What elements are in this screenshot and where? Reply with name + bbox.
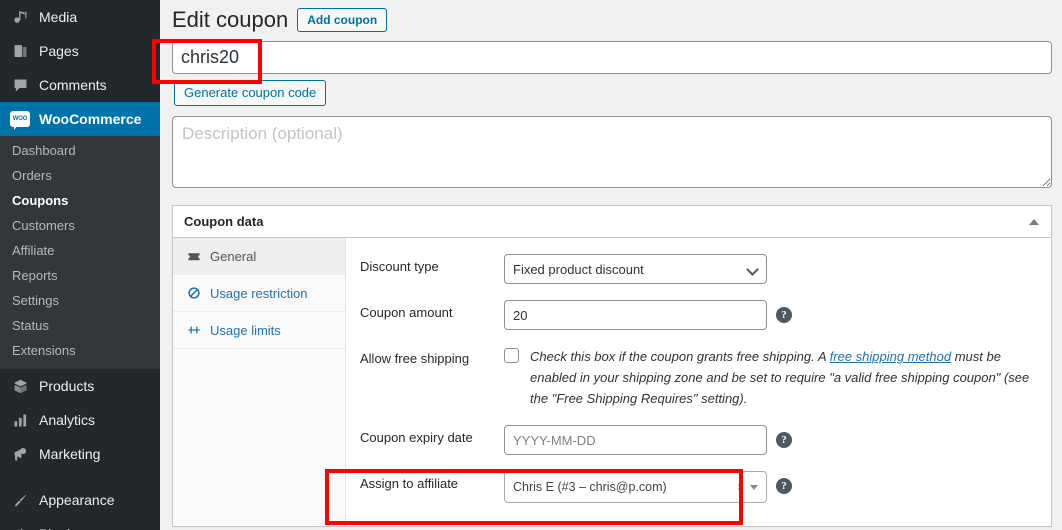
pages-icon xyxy=(10,41,30,61)
sidebar-item-appearance[interactable]: Appearance xyxy=(0,483,160,517)
marketing-icon xyxy=(10,444,30,464)
sidebar-subitem-coupons[interactable]: Coupons xyxy=(0,188,160,213)
coupon-data-metabox: Coupon data General Usage restriction Us… xyxy=(172,205,1052,528)
discount-type-select-wrap: Fixed product discount xyxy=(504,254,767,285)
field-allow-free-shipping: Allow free shipping Check this box if th… xyxy=(346,346,1051,409)
sidebar-item-pages[interactable]: Pages xyxy=(0,34,160,68)
sidebar-item-plugins[interactable]: Plugins xyxy=(0,517,160,530)
sidebar-item-products[interactable]: Products xyxy=(0,369,160,403)
limits-icon xyxy=(186,323,202,337)
discount-type-select[interactable]: Fixed product discount xyxy=(504,254,767,285)
coupon-amount-label: Coupon amount xyxy=(360,305,453,321)
sidebar-item-marketing[interactable]: Marketing xyxy=(0,437,160,471)
field-assign-to-affiliate: Assign to affiliate Chris E (#3 – chris@… xyxy=(346,471,1051,504)
woocommerce-icon: WOO xyxy=(10,109,30,130)
discount-type-label: Discount type xyxy=(360,259,439,275)
generate-coupon-row: Generate coupon code xyxy=(174,80,1052,107)
tab-usage-limits[interactable]: Usage limits xyxy=(173,312,345,350)
assign-to-affiliate-value: Chris E (#3 – chris@p.com) xyxy=(513,480,667,495)
coupon-description-textarea[interactable] xyxy=(172,116,1052,189)
sidebar-item-label: Pages xyxy=(39,43,79,59)
allow-free-shipping-label: Allow free shipping xyxy=(360,351,470,367)
sidebar-item-comments[interactable]: Comments xyxy=(0,68,160,102)
ticket-icon xyxy=(186,249,202,263)
page-header: Edit coupon Add coupon xyxy=(172,7,1052,33)
sidebar-item-analytics[interactable]: Analytics xyxy=(0,403,160,437)
coupon-expiry-date-label: Coupon expiry date xyxy=(360,430,473,446)
sidebar-subitem-extensions[interactable]: Extensions xyxy=(0,338,160,363)
free-shipping-method-link[interactable]: free shipping method xyxy=(830,349,951,364)
sidebar-item-label: WooCommerce xyxy=(39,111,142,127)
sidebar-subitem-dashboard[interactable]: Dashboard xyxy=(0,138,160,163)
tab-label: General xyxy=(210,248,257,264)
help-icon[interactable]: ? xyxy=(776,432,792,449)
sidebar-item-label: Media xyxy=(39,9,78,25)
media-icon xyxy=(10,7,30,27)
field-coupon-expiry-date: Coupon expiry date ? xyxy=(346,425,1051,456)
sidebar-subitem-settings[interactable]: Settings xyxy=(0,288,160,313)
sidebar-item-label: Marketing xyxy=(39,446,101,462)
products-icon xyxy=(10,376,30,396)
tab-usage-restriction[interactable]: Usage restriction xyxy=(173,275,345,313)
coupon-data-header: Coupon data xyxy=(173,206,1051,239)
coupon-expiry-date-input[interactable] xyxy=(504,425,767,456)
field-coupon-amount: Coupon amount ? xyxy=(346,300,1051,331)
assign-to-affiliate-select[interactable]: Chris E (#3 – chris@p.com) × xyxy=(504,471,767,504)
clear-x-icon[interactable]: × xyxy=(731,480,750,494)
help-icon[interactable]: ? xyxy=(776,478,792,495)
collapse-triangle-icon[interactable] xyxy=(1029,218,1039,225)
sidebar-divider xyxy=(0,471,160,483)
analytics-icon xyxy=(10,410,30,430)
field-discount-type: Discount type Fixed product discount xyxy=(346,254,1051,285)
plugins-icon xyxy=(10,524,30,530)
sidebar-item-label: Appearance xyxy=(39,492,115,508)
main-content: Edit coupon Add coupon Generate coupon c… xyxy=(160,0,1062,530)
allow-free-shipping-description: Check this box if the coupon grants free… xyxy=(530,346,1048,409)
coupon-data-body: General Usage restriction Usage limits D… xyxy=(173,238,1051,527)
chevron-down-icon[interactable] xyxy=(750,484,758,490)
generate-coupon-code-button[interactable]: Generate coupon code xyxy=(174,80,327,107)
coupon-amount-input[interactable] xyxy=(504,300,767,331)
sidebar-subitem-reports[interactable]: Reports xyxy=(0,263,160,288)
help-icon[interactable]: ? xyxy=(776,307,792,324)
tab-label: Usage restriction xyxy=(210,285,308,301)
sidebar-item-label: Analytics xyxy=(39,412,96,428)
tab-label: Usage limits xyxy=(210,322,281,338)
block-icon xyxy=(186,286,202,300)
sidebar-item-media[interactable]: Media xyxy=(0,0,160,34)
tab-general[interactable]: General xyxy=(173,238,345,276)
sidebar-subitem-affiliate[interactable]: Affiliate xyxy=(0,238,160,263)
coupon-data-tabs: General Usage restriction Usage limits xyxy=(173,238,346,527)
add-coupon-button[interactable]: Add coupon xyxy=(297,8,388,33)
coupon-data-title: Coupon data xyxy=(184,214,264,230)
sidebar-subitem-customers[interactable]: Customers xyxy=(0,213,160,238)
comments-icon xyxy=(10,75,30,95)
general-panel: Discount type Fixed product discount Cou… xyxy=(346,238,1051,526)
woocommerce-submenu: Dashboard Orders Coupons Customers Affil… xyxy=(0,136,160,369)
allow-free-shipping-checkbox[interactable] xyxy=(504,348,519,364)
sidebar-item-label: Comments xyxy=(39,77,107,93)
sidebar-item-woocommerce[interactable]: WOO WooCommerce xyxy=(0,102,160,136)
free-shipping-desc-before: Check this box if the coupon grants free… xyxy=(530,349,830,365)
sidebar-item-label: Products xyxy=(39,378,95,394)
assign-to-affiliate-label: Assign to affiliate xyxy=(360,476,459,492)
sidebar-subitem-status[interactable]: Status xyxy=(0,313,160,338)
wordpress-admin-screen: Media Pages Comments WOO WooCommerce Das… xyxy=(0,0,1062,530)
page-title: Edit coupon xyxy=(172,7,289,32)
coupon-code-input[interactable] xyxy=(172,41,1052,75)
sidebar-subitem-orders[interactable]: Orders xyxy=(0,163,160,188)
appearance-icon xyxy=(10,490,30,510)
admin-sidebar: Media Pages Comments WOO WooCommerce Das… xyxy=(0,0,160,530)
